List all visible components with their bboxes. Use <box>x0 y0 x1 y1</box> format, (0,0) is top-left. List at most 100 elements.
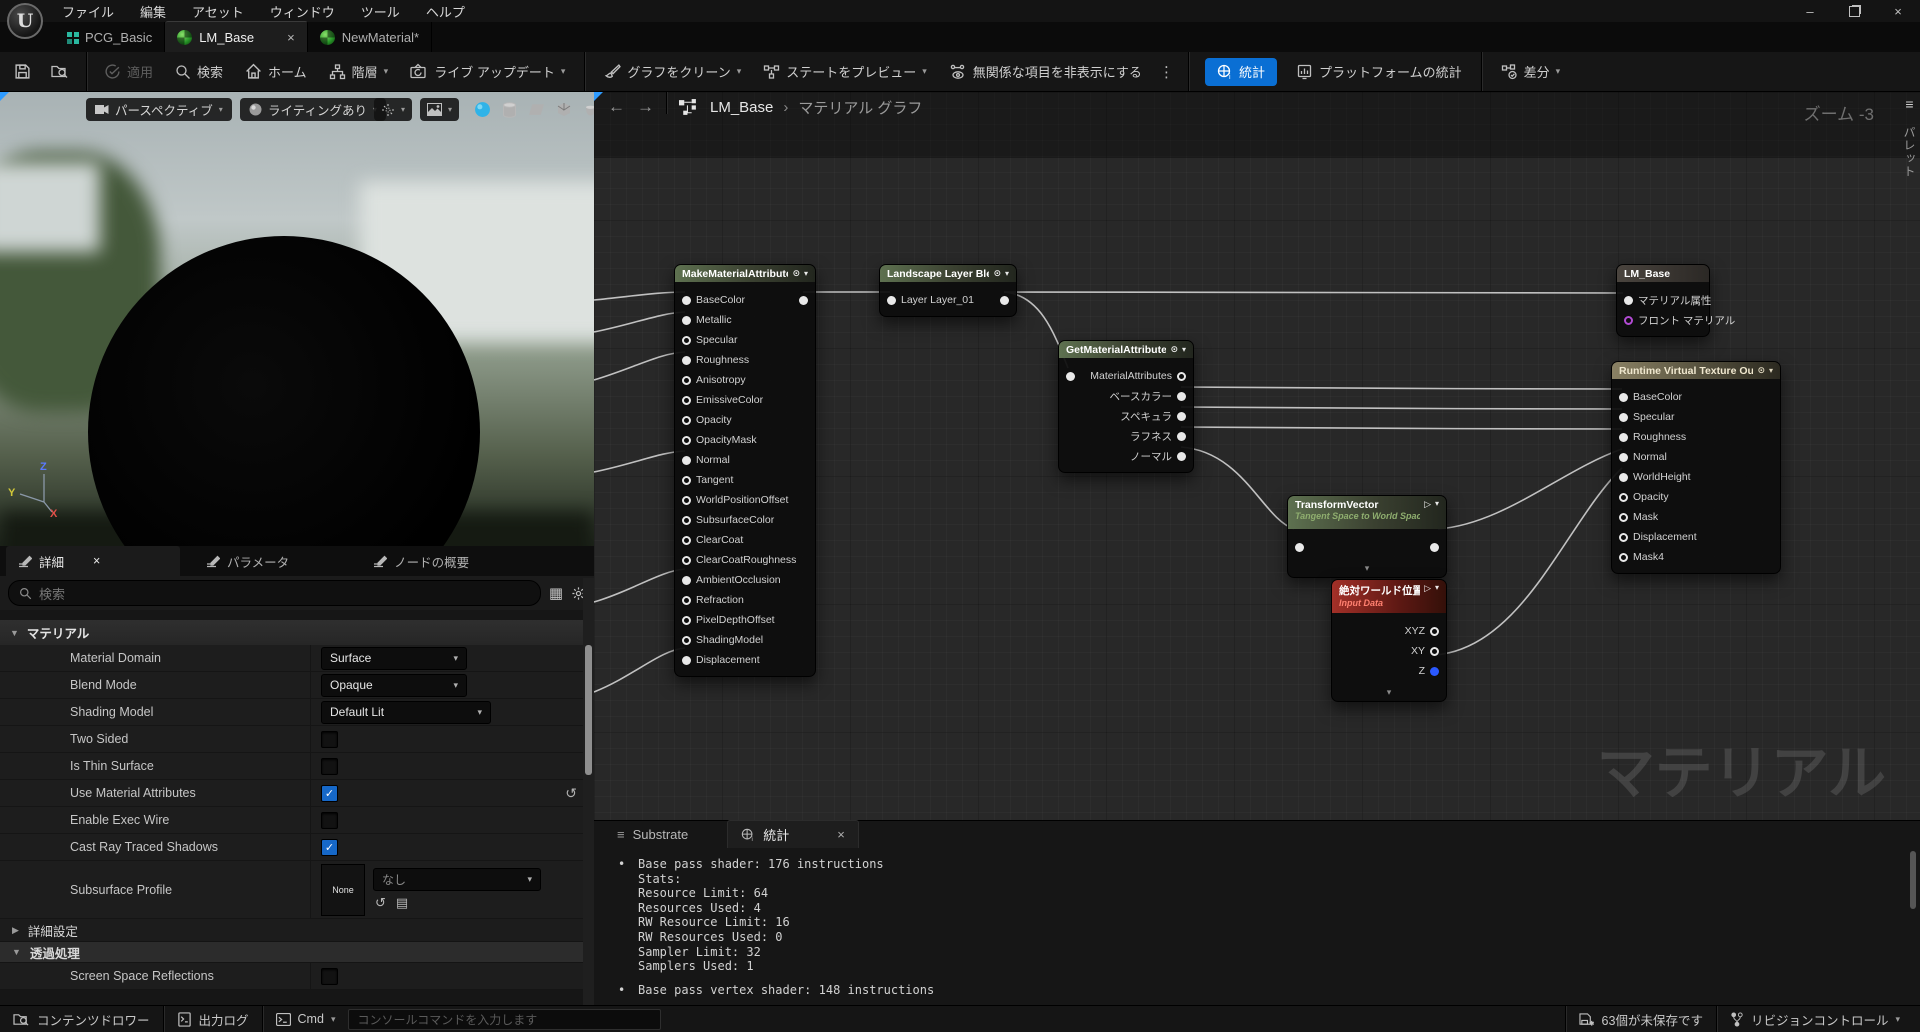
save-button[interactable] <box>0 52 40 92</box>
shape-plane-button[interactable] <box>528 102 545 117</box>
palette-sidebar-tab[interactable]: ≡ パレット <box>1901 96 1918 178</box>
node-lm-base-result[interactable]: LM_Baseマテリアル属性フロント マテリアル <box>1616 264 1710 337</box>
input-pin[interactable] <box>1619 393 1628 402</box>
apply-button[interactable]: 適用 <box>93 52 164 92</box>
input-pin[interactable] <box>682 656 691 665</box>
property-checkbox[interactable] <box>321 812 338 829</box>
output-pin[interactable] <box>1000 296 1009 305</box>
breadcrumb-root[interactable]: LM_Base <box>710 99 773 116</box>
hide-unrelated-button[interactable]: 無関係な項目を非表示にする <box>938 52 1153 92</box>
input-pin[interactable] <box>1619 553 1628 562</box>
property-checkbox[interactable] <box>321 758 338 775</box>
property-checkbox[interactable] <box>321 968 338 985</box>
node-collapse-icon[interactable]: ▾ <box>804 269 808 278</box>
close-tab-icon[interactable]: × <box>837 827 845 842</box>
input-pin[interactable] <box>887 296 896 305</box>
console-command-input[interactable]: コンソールコマンドを入力します <box>348 1009 661 1030</box>
tab-node-overview[interactable]: ノードの概要 <box>361 546 481 576</box>
details-scrollbar-track[interactable] <box>583 578 594 1005</box>
menu-asset[interactable]: アセット <box>192 2 244 21</box>
live-update-button[interactable]: ライブ アップデート▾ <box>399 52 576 92</box>
input-pin[interactable] <box>1619 413 1628 422</box>
tab-new-material[interactable]: NewMaterial* <box>308 22 432 52</box>
shape-sphere-button[interactable] <box>474 101 491 118</box>
close-tab-icon[interactable]: × <box>287 30 295 45</box>
property-select[interactable]: Default Lit▾ <box>321 701 491 724</box>
hierarchy-button[interactable]: 階層▾ <box>318 52 400 92</box>
input-pin[interactable] <box>682 636 691 645</box>
input-pin[interactable] <box>1619 513 1628 522</box>
node-collapse-icon[interactable]: ▾ <box>1005 269 1009 278</box>
node-collapse-icon[interactable]: ▾ <box>1182 345 1186 354</box>
input-pin[interactable] <box>682 616 691 625</box>
revision-control-dropdown[interactable]: リビジョンコントロール▾ <box>1717 1006 1920 1032</box>
browse-to-asset-button[interactable] <box>40 52 80 92</box>
node-transform-vector[interactable]: TransformVectorTangent Space to World Sp… <box>1287 495 1447 578</box>
input-pin[interactable] <box>682 556 691 565</box>
toolbar-overflow-button[interactable]: ⋮ <box>1153 63 1180 81</box>
content-drawer-button[interactable]: コンテンツドロワー <box>0 1006 163 1032</box>
maximize-button[interactable] <box>1832 0 1876 22</box>
input-pin[interactable] <box>682 356 691 365</box>
category-material[interactable]: ▼マテリアル <box>0 620 594 645</box>
node-collapse-icon[interactable]: ▾ <box>1435 499 1439 508</box>
input-pin[interactable] <box>1619 533 1628 542</box>
property-checkbox[interactable] <box>321 731 338 748</box>
diff-button[interactable]: 差分▾ <box>1490 52 1572 92</box>
property-checkbox[interactable]: ✓ <box>321 839 338 856</box>
output-pin[interactable] <box>1177 452 1186 461</box>
output-log-button[interactable]: 出力ログ <box>164 1006 262 1032</box>
input-pin[interactable] <box>682 536 691 545</box>
asset-thumbnail[interactable]: None <box>321 864 365 916</box>
menu-tools[interactable]: ツール <box>361 2 400 21</box>
menu-file[interactable]: ファイル <box>62 2 114 21</box>
tab-parameters[interactable]: パラメータ <box>194 546 301 576</box>
menu-edit[interactable]: 編集 <box>140 2 166 21</box>
input-pin[interactable] <box>682 296 691 305</box>
nav-back-icon[interactable]: ← <box>608 97 625 117</box>
tab-details[interactable]: 詳細 × <box>6 546 180 576</box>
input-pin[interactable] <box>682 416 691 425</box>
input-pin[interactable] <box>682 396 691 405</box>
tab-pcg-basic[interactable]: PCG_Basic <box>55 22 165 52</box>
node-get-material-attributes[interactable]: GetMaterialAttributes⊙▾MaterialAttribute… <box>1058 340 1194 473</box>
viewport-perspective-dropdown[interactable]: パースペクティブ▾ <box>86 98 232 121</box>
node-runtime-virtual-texture-output[interactable]: Runtime Virtual Texture Output⊙▾BaseColo… <box>1611 361 1781 574</box>
input-pin[interactable] <box>1295 543 1304 552</box>
input-pin[interactable] <box>682 436 691 445</box>
input-pin[interactable] <box>682 456 691 465</box>
output-pin[interactable] <box>799 296 808 305</box>
menu-window[interactable]: ウィンドウ <box>270 2 335 21</box>
output-pin[interactable] <box>1177 412 1186 421</box>
category-open[interactable]: ▼透過処理 <box>0 942 587 963</box>
output-pin[interactable] <box>1430 627 1439 636</box>
output-pin[interactable] <box>1430 647 1439 656</box>
property-select[interactable]: Surface▾ <box>321 647 467 670</box>
input-pin[interactable] <box>1624 296 1633 305</box>
output-pin[interactable] <box>1177 372 1186 381</box>
menu-help[interactable]: ヘルプ <box>426 2 465 21</box>
node-expand-icon[interactable]: ▾ <box>1332 687 1446 701</box>
stats-button[interactable]: i 統計 <box>1205 58 1277 86</box>
details-scrollbar-thumb[interactable] <box>585 645 592 775</box>
asset-select[interactable]: なし▾ <box>373 868 541 891</box>
nav-forward-icon[interactable]: → <box>637 97 654 117</box>
display-filter-icon[interactable]: ▦ <box>549 584 563 602</box>
platform-stats-button[interactable]: プラットフォームの統計 <box>1285 52 1473 92</box>
output-pin[interactable] <box>1177 432 1186 441</box>
cmd-dropdown[interactable]: Cmd▾ <box>263 1006 349 1032</box>
clean-graph-button[interactable]: グラフをクリーン▾ <box>593 52 752 92</box>
output-pin[interactable] <box>1177 392 1186 401</box>
input-pin[interactable] <box>682 376 691 385</box>
shape-teapot-button[interactable] <box>583 102 594 117</box>
input-pin[interactable] <box>682 516 691 525</box>
node-expand-icon[interactable]: ▾ <box>1288 563 1446 577</box>
tab-stats[interactable]: i 統計 × <box>727 820 859 848</box>
unsaved-assets-button[interactable]: 63個が未保存です <box>1566 1006 1716 1032</box>
viewport-show-dropdown[interactable]: ▾ <box>420 98 459 121</box>
viewport-effects-dropdown[interactable]: ▾ <box>374 98 412 121</box>
material-graph-canvas[interactable]: ← → LM_Base › マテリアル グラフ ズーム -3 ≡ パレット マテ… <box>594 92 1920 820</box>
search-button[interactable]: 検索 <box>164 52 234 92</box>
input-pin[interactable] <box>1619 433 1628 442</box>
close-button[interactable]: × <box>1876 0 1920 22</box>
